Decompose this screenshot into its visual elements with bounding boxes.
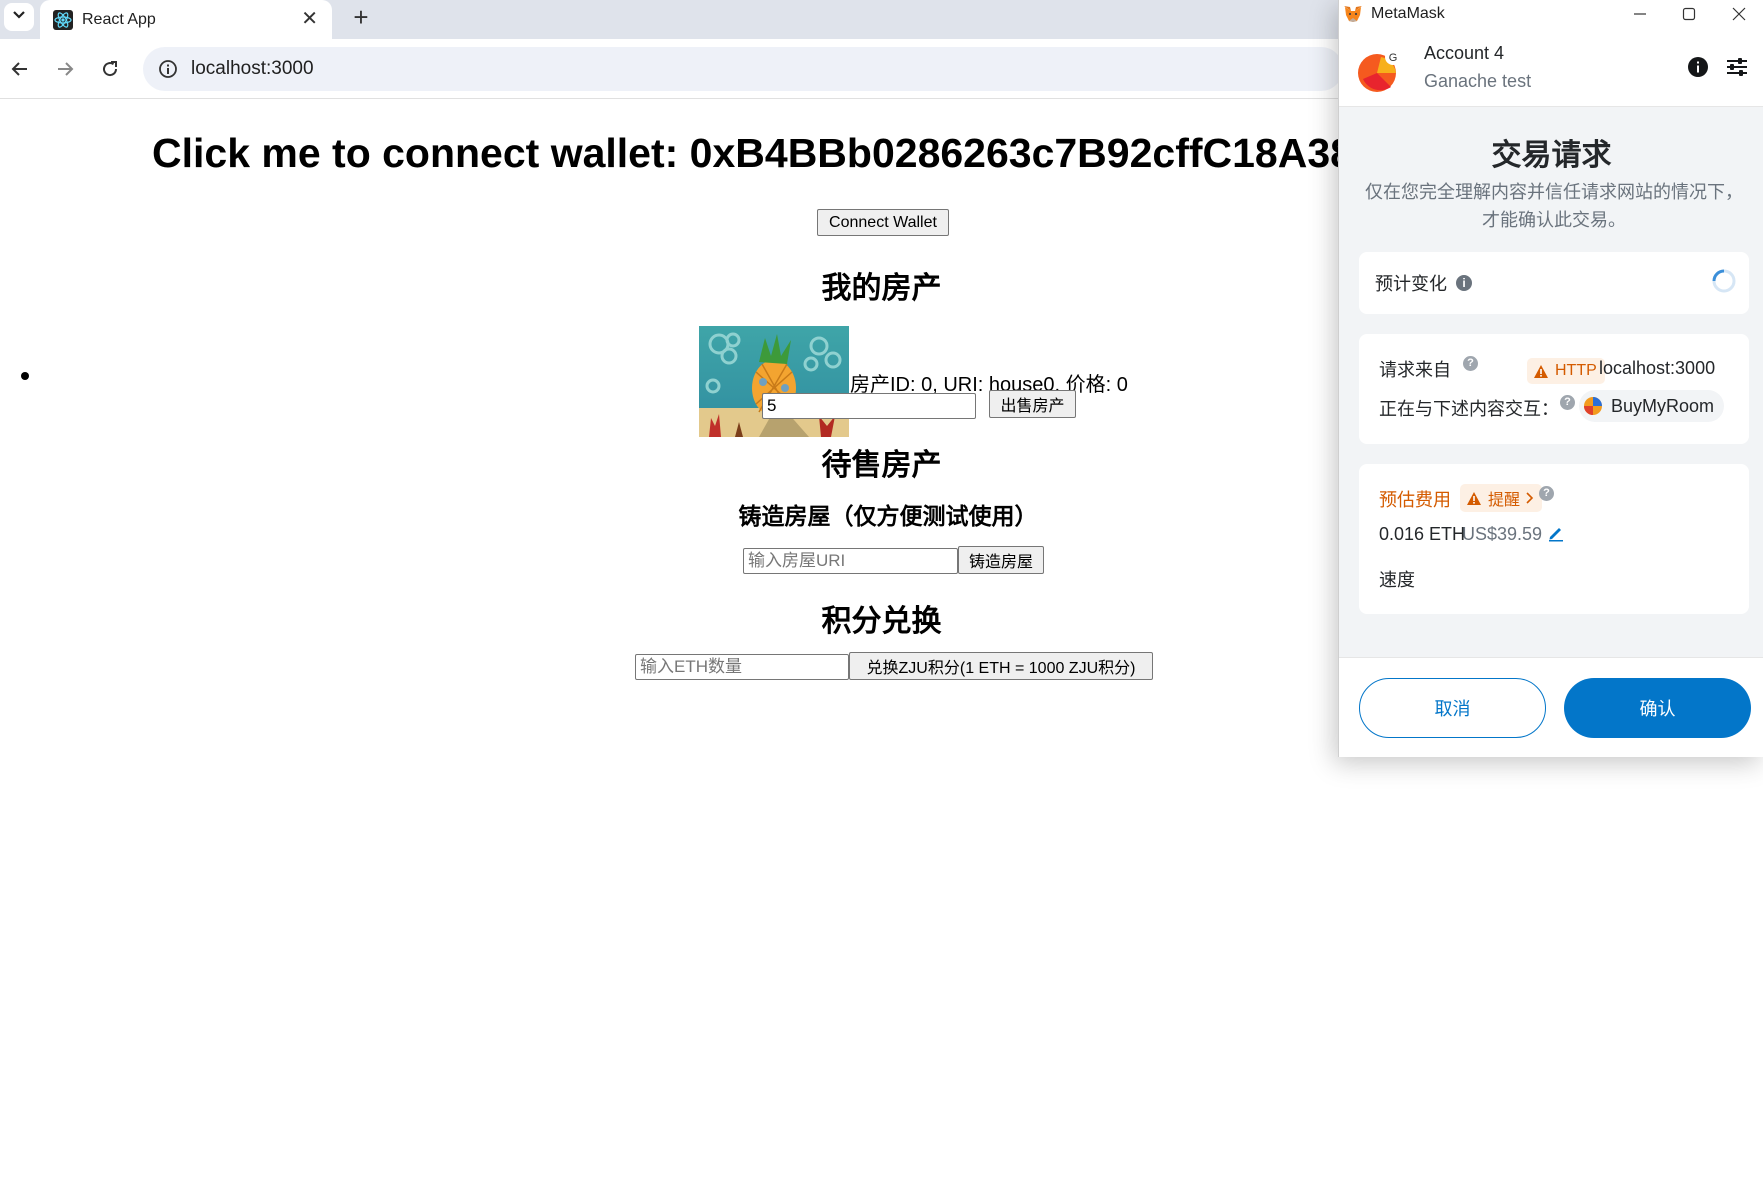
confirm-button[interactable]: 确认: [1564, 678, 1751, 738]
tab-react-app[interactable]: React App ✕: [40, 0, 332, 39]
svg-text:G: G: [1389, 52, 1398, 64]
reload-icon[interactable]: [96, 55, 124, 83]
close-icon[interactable]: ✕: [301, 8, 318, 30]
mint-house-button[interactable]: 铸造房屋: [958, 546, 1044, 574]
plus-icon[interactable]: +: [346, 3, 376, 33]
metamask-footer: 取消 确认: [1339, 657, 1763, 757]
connect-wallet-button[interactable]: Connect Wallet: [817, 209, 949, 236]
close-icon[interactable]: [1714, 0, 1763, 27]
eth-amount-input[interactable]: [635, 654, 849, 680]
transaction-request-title: 交易请求: [1491, 139, 1612, 172]
tab-title: React App: [82, 10, 156, 28]
back-arrow-icon[interactable]: [6, 55, 34, 83]
metamask-account-header: G Account 4 Ganache test: [1339, 27, 1763, 107]
metamask-fox-icon: [1343, 4, 1363, 24]
http-warning-badge: HTTP: [1527, 358, 1605, 384]
url-text: localhost:3000: [191, 58, 314, 79]
contract-chip[interactable]: BuyMyRoom: [1579, 390, 1725, 422]
request-origin-card: 请求来自 ? HTTP localhost:3000 正在与下述内容交互： ? …: [1359, 334, 1749, 444]
interacting-with-label: 正在与下述内容交互：: [1379, 399, 1559, 419]
network-name: Ganache test: [1424, 71, 1532, 91]
minimize-icon[interactable]: [1615, 0, 1665, 27]
estimated-changes-label: 预计变化: [1375, 274, 1447, 294]
http-badge-label: HTTP: [1555, 362, 1597, 379]
account-name: Account 4: [1424, 43, 1505, 63]
info-icon[interactable]: [157, 58, 179, 80]
fee-alert-chip[interactable]: 提醒: [1460, 484, 1543, 512]
metamask-titlebar: MetaMask: [1339, 0, 1763, 27]
question-icon[interactable]: ?: [1463, 356, 1478, 371]
request-from-label: 请求来自: [1379, 360, 1451, 380]
edit-pencil-icon[interactable]: [1547, 524, 1565, 547]
maximize-icon[interactable]: [1664, 0, 1714, 27]
avatar[interactable]: G: [1357, 49, 1401, 93]
info-icon[interactable]: [1685, 54, 1711, 80]
fee-alert-label: 提醒: [1488, 492, 1521, 509]
warning-icon: [1466, 491, 1482, 506]
estimated-fee-card: 预估费用 提醒 ? 0.016 ETH US$39.59 速度: [1359, 464, 1749, 614]
chevron-right-icon: [1526, 492, 1534, 504]
cancel-button[interactable]: 取消: [1359, 678, 1546, 738]
tab-search-button[interactable]: [4, 3, 34, 31]
sell-house-button[interactable]: 出售房产: [989, 390, 1076, 418]
address-bar[interactable]: localhost:3000: [143, 47, 1343, 91]
mint-uri-input[interactable]: [743, 548, 958, 574]
transaction-request-subtitle: 仅在您完全理解内容并信任请求网站的情况下，才能确认此交易。: [1365, 182, 1743, 230]
estimated-fee-label: 预估费用: [1379, 490, 1451, 510]
metamask-window: MetaMask G Account 4 Ganache test 交易请求 仅…: [1338, 0, 1763, 757]
spinner-icon: [1711, 268, 1737, 294]
metamask-app-title: MetaMask: [1371, 4, 1445, 22]
house-image: [699, 326, 849, 437]
fee-eth: 0.016 ETH: [1379, 524, 1466, 544]
fee-usd: US$39.59: [1462, 524, 1543, 544]
contract-avatar-icon: [1583, 396, 1603, 416]
question-icon[interactable]: ?: [1560, 395, 1575, 410]
list-bullet: [21, 372, 29, 380]
settings-sliders-icon[interactable]: [1724, 54, 1750, 80]
exchange-points-button[interactable]: 兑换ZJU积分(1 ETH = 1000 ZJU积分): [849, 652, 1153, 680]
warning-icon: [1533, 364, 1549, 379]
question-icon[interactable]: ?: [1539, 486, 1554, 501]
chevron-down-icon: [12, 8, 26, 27]
estimated-changes-card: 预计变化 i: [1359, 252, 1749, 314]
speed-label: 速度: [1379, 570, 1415, 590]
react-icon: [52, 9, 74, 31]
info-icon[interactable]: i: [1456, 275, 1472, 291]
contract-name: BuyMyRoom: [1611, 395, 1715, 416]
sell-price-input[interactable]: [762, 393, 976, 419]
connect-wallet-heading[interactable]: Click me to connect wallet: 0xB4BBb02862…: [152, 130, 1389, 177]
request-origin: localhost:3000: [1599, 358, 1716, 378]
forward-arrow-icon[interactable]: [51, 55, 79, 83]
